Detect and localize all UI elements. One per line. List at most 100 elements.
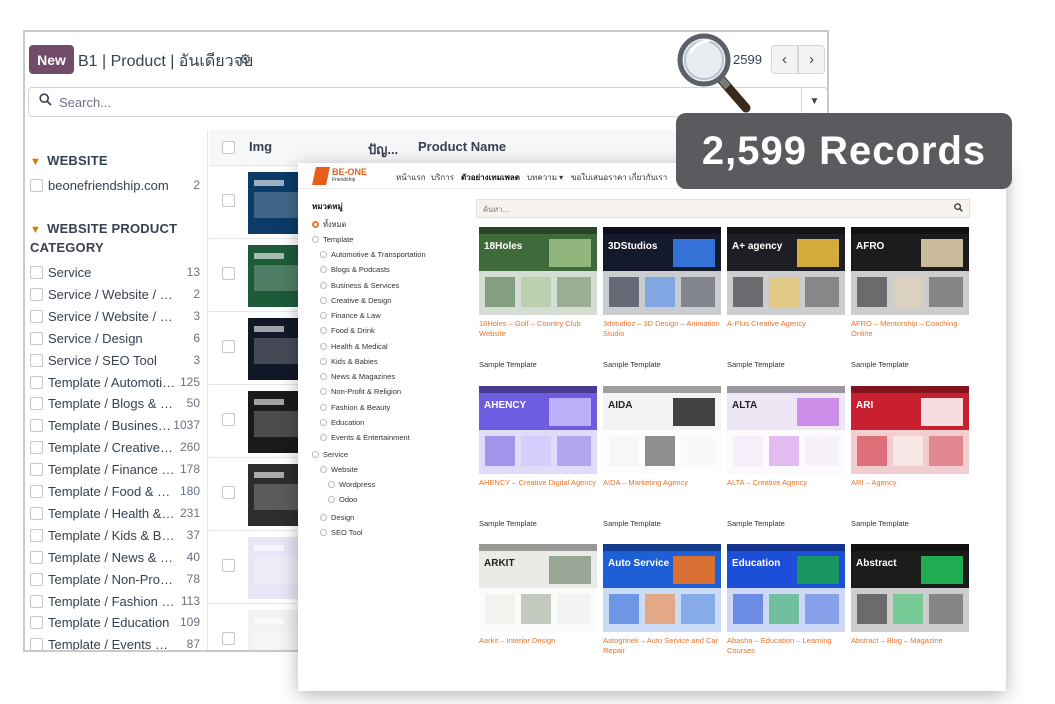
category-radio[interactable] [320,343,327,350]
filter-checkbox[interactable] [30,550,43,564]
filter-checkbox[interactable] [30,419,43,433]
category-item[interactable]: Odoo [328,495,357,505]
category-item[interactable]: Finance & Law [320,311,381,321]
category-item[interactable]: Non-Profit & Religion [320,387,401,397]
template-card[interactable]: AFRO AFRO – Mentorship – Coaching Online S… [851,227,969,369]
row-checkbox[interactable] [222,486,235,499]
nav-link[interactable]: บทความ ▾ [527,171,563,184]
template-title[interactable]: ALTA – Creative Agency [727,478,845,488]
filter-checkbox[interactable] [30,485,43,498]
category-radio[interactable] [320,327,327,334]
category-item[interactable]: Education [320,418,364,428]
category-radio[interactable] [320,251,327,258]
template-card[interactable]: Abstract Abstract – Blog – Magazine [851,544,969,645]
template-card[interactable]: 3DStudios 3dstudioz – 3D Design – Animati… [603,227,721,369]
column-img[interactable]: Img [249,139,272,154]
category-item[interactable]: Template [312,235,353,245]
category-item[interactable]: Kids & Babies [320,357,378,367]
filter-checkbox[interactable] [30,572,43,586]
category-item[interactable]: Blogs & Podcasts [320,265,390,275]
template-preview[interactable]: ALTA [727,386,845,474]
category-radio[interactable] [312,451,319,458]
filter-item[interactable]: Template / Non-Profit & Religion 78 [30,570,200,590]
filter-checkbox[interactable] [30,287,43,301]
template-title[interactable]: AIDA – Marketing Agency [603,478,721,488]
filter-item[interactable]: beonefriendship.com 2 [30,176,200,196]
gear-icon[interactable]: ⚙ [239,51,252,68]
template-title[interactable]: Aatogrinek – Auto Service and Car Repair [603,636,721,656]
template-card[interactable]: ARI ARI – Agency Sample Template [851,386,969,528]
category-radio[interactable] [320,419,327,426]
filter-item[interactable]: Template / Health & Medical231 [30,504,200,524]
filter-checkbox[interactable] [30,397,43,411]
category-radio[interactable] [328,481,335,488]
category-radio[interactable] [320,373,327,380]
template-card[interactable]: AIDA AIDA – Marketing Agency Sample Templa… [603,386,721,528]
row-checkbox[interactable] [222,194,235,207]
category-radio[interactable] [320,282,327,289]
template-title[interactable]: Abasha – Education – Learning Courses [727,636,845,656]
category-radio[interactable] [320,434,327,441]
filter-checkbox[interactable] [30,331,43,345]
template-card[interactable]: AHENCY AHENCY – Creative Digital Agency Sa… [479,386,597,528]
filter-checkbox[interactable] [30,441,43,455]
category-radio[interactable] [320,404,327,411]
filter-item[interactable]: Template / News & Magazines 40 [30,548,200,568]
filter-checkbox[interactable] [30,179,43,192]
pager-next-button[interactable]: › [798,45,825,74]
filter-item[interactable]: Template / Creative & Design260 [30,438,200,458]
nav-link[interactable]: ตัวอย่างเทมเพลต [461,171,520,184]
filter-checkbox[interactable] [30,506,43,520]
template-preview[interactable]: AIDA [603,386,721,474]
filter-item[interactable]: Service / Design 6 [30,329,200,349]
template-preview[interactable]: AFRO [851,227,969,315]
category-item[interactable]: ทั้งหมด [312,220,346,230]
filter-checkbox[interactable] [30,463,43,477]
nav-link[interactable]: ขอใบเสนอราคา [571,171,627,184]
template-title[interactable]: Abstract – Blog – Magazine [851,636,969,646]
filter-item[interactable]: Service 13 [30,263,200,283]
category-radio[interactable] [320,529,327,536]
template-title[interactable]: Aarkit – Interior Design [479,636,597,646]
filter-item[interactable]: Template / Education 109 [30,613,200,633]
template-preview[interactable]: 3DStudios [603,227,721,315]
template-preview[interactable]: ARKIT [479,544,597,632]
template-title[interactable]: 3dstudioz – 3D Design – Animation Studio [603,319,721,339]
filter-checkbox[interactable] [30,616,43,630]
category-radio[interactable] [320,358,327,365]
category-item[interactable]: Design [320,513,354,523]
filter-item[interactable]: Template / Finance & Law178 [30,460,200,480]
template-title[interactable]: A-Plus Creative Agency [727,319,845,329]
category-radio[interactable] [320,266,327,273]
column-short[interactable]: ปัญ... [368,139,398,160]
template-card[interactable]: Auto Service Aatogrinek – Auto Service an… [603,544,721,655]
template-card[interactable]: A+ agency A-Plus Creative Agency Sample Te… [727,227,845,369]
row-checkbox[interactable] [222,559,235,572]
filter-item[interactable]: Template / Fashion & Beauty 113 [30,592,200,612]
template-preview[interactable]: ARI [851,386,969,474]
column-product-name[interactable]: Product Name [418,139,506,154]
category-item[interactable]: Events & Entertainment [320,433,410,443]
row-checkbox[interactable] [222,267,235,280]
template-title[interactable]: AFRO – Mentorship – Coaching Online [851,319,969,339]
filter-item[interactable]: Template / Kids & Babies 37 [30,526,200,546]
template-card[interactable]: 18Holes 18Holes – Golf – Country Club Web… [479,227,597,369]
category-item[interactable]: Creative & Design [320,296,391,306]
row-checkbox[interactable] [222,413,235,426]
template-preview[interactable]: 18Holes [479,227,597,315]
template-title[interactable]: 18Holes – Golf – Country Club Website [479,319,597,339]
pager-previous-button[interactable]: ‹ [771,45,798,74]
template-preview[interactable]: Auto Service [603,544,721,632]
breadcrumb-title[interactable]: B1 | Product | อันเดียวจบ [78,49,253,74]
beone-logo[interactable]: BE-ONE Friendship [312,167,376,185]
category-item[interactable]: Food & Drink [320,326,375,336]
nav-link[interactable]: หน้าแรก [396,171,426,184]
filter-item[interactable]: Service / Website / Odoo 3 [30,307,200,327]
category-radio[interactable] [320,466,327,473]
filter-item[interactable]: Template / Food & Drink 180 [30,482,200,502]
nav-link[interactable]: บริการ [431,171,454,184]
category-item[interactable]: Business & Services [320,281,399,291]
category-item[interactable]: Automotive & Transportation [320,250,426,260]
select-all-checkbox[interactable] [222,141,235,154]
filter-item[interactable]: Template / Business & Services1037 [30,416,200,436]
